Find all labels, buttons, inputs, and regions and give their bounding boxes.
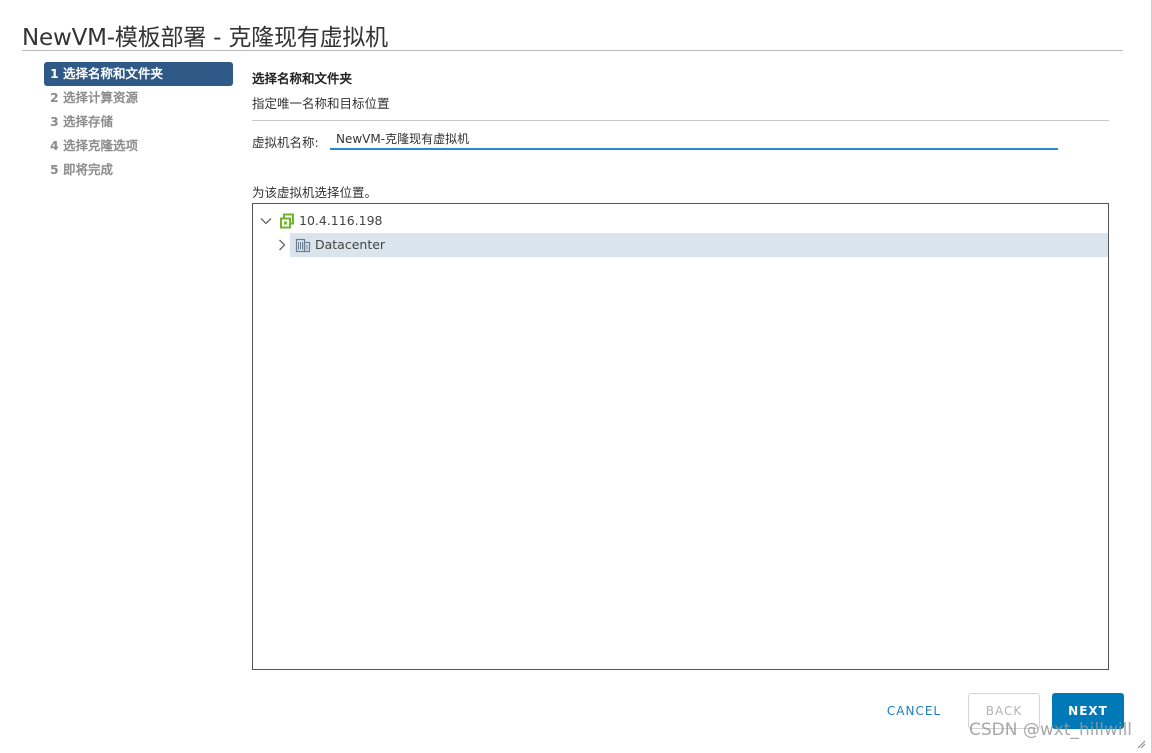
back-button[interactable]: BACK (968, 693, 1040, 729)
vm-name-input[interactable] (330, 128, 1058, 150)
datacenter-icon (295, 238, 311, 253)
datacenter-label[interactable]: Datacenter (315, 237, 385, 252)
step-select-compute-resource[interactable]: 2 选择计算资源 (44, 86, 233, 110)
location-tree: 10.4.116.198 Datacenter (252, 203, 1109, 670)
section-heading: 选择名称和文件夹 (252, 71, 353, 86)
tree-node-datacenter[interactable]: Datacenter (253, 233, 1108, 257)
cancel-button[interactable]: CANCEL (876, 693, 952, 729)
chevron-right-icon[interactable] (275, 238, 289, 252)
tree-node-host[interactable]: 10.4.116.198 (253, 209, 1108, 233)
chevron-down-icon[interactable] (259, 214, 273, 228)
wizard-content: 选择名称和文件夹 指定唯一名称和目标位置 虚拟机名称: 为该虚拟机选择位置。 1… (252, 62, 1109, 670)
section-subheading: 指定唯一名称和目标位置 (252, 96, 390, 111)
title-divider (22, 50, 1123, 51)
step-select-clone-options[interactable]: 4 选择克隆选项 (44, 134, 233, 158)
location-label: 为该虚拟机选择位置。 (252, 185, 378, 200)
step-select-name-folder[interactable]: 1 选择名称和文件夹 (44, 62, 233, 86)
step-ready-to-complete[interactable]: 5 即将完成 (44, 158, 233, 182)
host-icon (280, 213, 294, 229)
wizard-steps: 1 选择名称和文件夹 2 选择计算资源 3 选择存储 4 选择克隆选项 5 即将… (44, 62, 233, 182)
host-label[interactable]: 10.4.116.198 (299, 213, 383, 228)
dialog-title: NewVM-模板部署 - 克隆现有虚拟机 (22, 25, 388, 51)
step-select-storage[interactable]: 3 选择存储 (44, 110, 233, 134)
selected-row-highlight (290, 233, 1108, 257)
section-divider (252, 120, 1109, 121)
next-button[interactable]: NEXT (1052, 693, 1124, 729)
resize-grip-icon[interactable] (1137, 740, 1145, 748)
clone-vm-dialog: NewVM-模板部署 - 克隆现有虚拟机 1 选择名称和文件夹 2 选择计算资源… (0, 0, 1152, 753)
vm-name-row: 虚拟机名称: (252, 128, 1059, 152)
vm-name-label: 虚拟机名称: (252, 135, 319, 150)
